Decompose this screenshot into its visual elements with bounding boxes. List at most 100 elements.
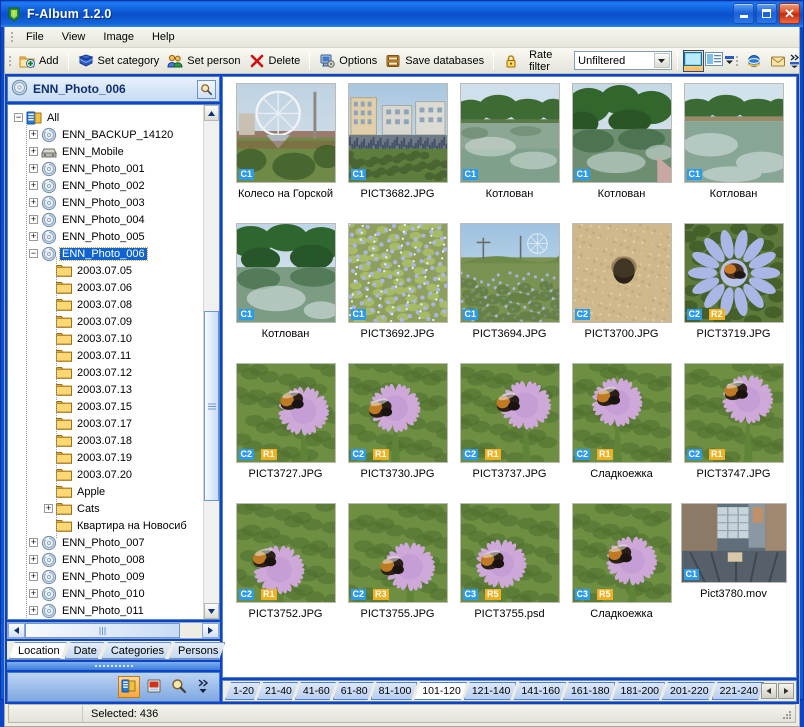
tree-node-all[interactable]: −All [14, 109, 203, 126]
tree-node-enn-photo-007[interactable]: +ENN_Photo_007 [14, 534, 203, 551]
thumbnail-image[interactable]: C3R5 [572, 503, 672, 603]
thumbnail-item[interactable]: C2PICT3700.JPG [566, 223, 677, 363]
thumbnail-image[interactable]: C1 [460, 223, 560, 323]
scroll-down-button[interactable] [204, 603, 219, 619]
pagination-tab-161-180[interactable]: 161-180 [563, 682, 616, 700]
location-tree[interactable]: −All+ENN_BACKUP_14120+ENN_Mobile+ENN_Pho… [7, 104, 220, 620]
expand-node-icon[interactable]: + [29, 606, 38, 615]
thumbnail-item[interactable]: C2R1Сладкоежка [566, 363, 677, 503]
expand-node-icon[interactable]: + [29, 555, 38, 564]
collapse-node-icon[interactable]: − [14, 113, 23, 122]
pagination-tab-41-60[interactable]: 41-60 [295, 682, 336, 700]
collapse-node-icon[interactable]: − [29, 249, 38, 258]
tree-node-enn-photo-001[interactable]: +ENN_Photo_001 [14, 160, 203, 177]
thumbnail-item[interactable]: C3R5Сладкоежка [566, 503, 677, 643]
album-tool-button[interactable] [143, 676, 165, 698]
thumbnail-image[interactable]: C3R5 [460, 503, 560, 603]
hscroll-left-button[interactable] [8, 623, 25, 638]
thumbnail-image[interactable]: C1 [572, 83, 672, 183]
tree-node-2003-07-17[interactable]: 2003.07.17 [14, 415, 203, 432]
thumbnail-item[interactable]: C2R2PICT3719.JPG [678, 223, 789, 363]
tree-node-2003-07-19[interactable]: 2003.07.19 [14, 449, 203, 466]
add-button[interactable]: Add [15, 50, 63, 72]
pagination-tab-61-80[interactable]: 61-80 [333, 682, 374, 700]
thumbnail-image[interactable]: C2R1 [348, 363, 448, 463]
left-tab-location[interactable]: Location [9, 642, 67, 659]
thumbnail-item[interactable]: C1Котлован [678, 83, 789, 223]
menu-help[interactable]: Help [143, 29, 184, 45]
left-tab-date[interactable]: Date [65, 642, 104, 659]
thumbnail-item[interactable]: C1Котлован [454, 83, 565, 223]
thumbnail-image[interactable]: C2R1 [236, 503, 336, 603]
left-tab-persons[interactable]: Persons [169, 642, 225, 659]
menu-file[interactable]: File [17, 29, 53, 45]
menu-grip-icon[interactable] [8, 30, 15, 45]
thumbnail-item[interactable]: C2R1PICT3737.JPG [454, 363, 565, 503]
pagination-tab-101-120[interactable]: 101-120 [414, 682, 467, 700]
rate-lock-button[interactable] [499, 50, 523, 72]
tree-node--[interactable]: Квартира на Новосиб [14, 517, 203, 534]
tree-horizontal-scrollbar[interactable] [7, 622, 220, 639]
tree-node-2003-07-20[interactable]: 2003.07.20 [14, 466, 203, 483]
expand-node-icon[interactable]: + [29, 572, 38, 581]
view-thumbnails-button[interactable] [683, 50, 704, 72]
tree-node-enn-photo-004[interactable]: +ENN_Photo_004 [14, 211, 203, 228]
mail-button[interactable] [766, 50, 790, 72]
location-search-button[interactable] [197, 80, 216, 99]
pagination-next-button[interactable] [778, 683, 794, 699]
thumbnail-image[interactable]: C1 [348, 83, 448, 183]
thumbnail-image[interactable]: C2 [572, 223, 672, 323]
tree-node-enn-photo-009[interactable]: +ENN_Photo_009 [14, 568, 203, 585]
pagination-prev-button[interactable] [761, 683, 777, 699]
thumbnail-item[interactable]: C3R5PICT3755.psd [454, 503, 565, 643]
thumbnail-item[interactable]: C2R1PICT3747.JPG [678, 363, 789, 503]
expand-node-icon[interactable]: + [29, 589, 38, 598]
tree-node-enn-mobile[interactable]: +ENN_Mobile [14, 143, 203, 160]
pagination-tab-201-220[interactable]: 201-220 [662, 682, 715, 700]
thumbnail-image[interactable]: C1 [460, 83, 560, 183]
location-tool-button[interactable] [118, 676, 140, 698]
hscroll-track[interactable] [180, 623, 202, 638]
minimize-button[interactable] [733, 3, 754, 24]
thumbnail-image[interactable]: C2R1 [236, 363, 336, 463]
toolbar-overflow-button-2[interactable] [790, 50, 799, 72]
set-category-button[interactable]: Set category [74, 50, 164, 72]
hscroll-right-button[interactable] [202, 623, 219, 638]
thumbnail-image[interactable]: C2R1 [684, 363, 784, 463]
tree-node-enn-photo-005[interactable]: +ENN_Photo_005 [14, 228, 203, 245]
tree-node-enn-photo-002[interactable]: +ENN_Photo_002 [14, 177, 203, 194]
thumbnail-item[interactable]: C2R1PICT3727.JPG [230, 363, 341, 503]
pagination-tab-121-140[interactable]: 121-140 [464, 682, 517, 700]
expand-node-icon[interactable]: + [29, 198, 38, 207]
pagination-tab-21-40[interactable]: 21-40 [257, 682, 298, 700]
thumbnail-item[interactable]: C2R1PICT3730.JPG [342, 363, 453, 503]
tree-node-2003-07-12[interactable]: 2003.07.12 [14, 364, 203, 381]
thumbnail-image[interactable]: C2R2 [684, 223, 784, 323]
scroll-track-bottom[interactable] [204, 501, 219, 603]
left-tab-categories[interactable]: Categories [102, 642, 171, 659]
thumbnail-item[interactable]: C1Pict3780.mov [678, 503, 789, 643]
tree-node-2003-07-08[interactable]: 2003.07.08 [14, 296, 203, 313]
thumbnail-item[interactable]: C1PICT3682.JPG [342, 83, 453, 223]
thumbnail-item[interactable]: C2R1PICT3752.JPG [230, 503, 341, 643]
thumbnail-image[interactable]: C1 [681, 503, 787, 583]
tree-node-2003-07-09[interactable]: 2003.07.09 [14, 313, 203, 330]
thumbnail-item[interactable]: C1Котлован [230, 223, 341, 363]
tree-node-enn-photo-011[interactable]: +ENN_Photo_011 [14, 602, 203, 619]
menu-image[interactable]: Image [94, 29, 143, 45]
view-details-button[interactable] [704, 50, 725, 72]
maximize-button[interactable] [756, 3, 777, 24]
search-tool-button[interactable] [168, 676, 190, 698]
resize-grip-icon[interactable] [779, 707, 793, 721]
chevron-down-icon[interactable] [654, 53, 670, 68]
pagination-tab-81-100[interactable]: 81-100 [371, 682, 418, 700]
more-tools-button[interactable] [193, 676, 215, 698]
expand-node-icon[interactable]: + [44, 504, 53, 513]
expand-node-icon[interactable]: + [29, 538, 38, 547]
delete-button[interactable]: Delete [245, 50, 305, 72]
thumbnail-grid[interactable]: C1Колесо на Горской C1PICT3682.JPG C1Кот… [222, 76, 797, 678]
toolbar-grip-icon[interactable] [7, 53, 13, 68]
tree-node-enn-photo-008[interactable]: +ENN_Photo_008 [14, 551, 203, 568]
rate-filter-select[interactable]: Unfiltered [574, 51, 672, 70]
hscroll-thumb[interactable] [25, 623, 180, 638]
